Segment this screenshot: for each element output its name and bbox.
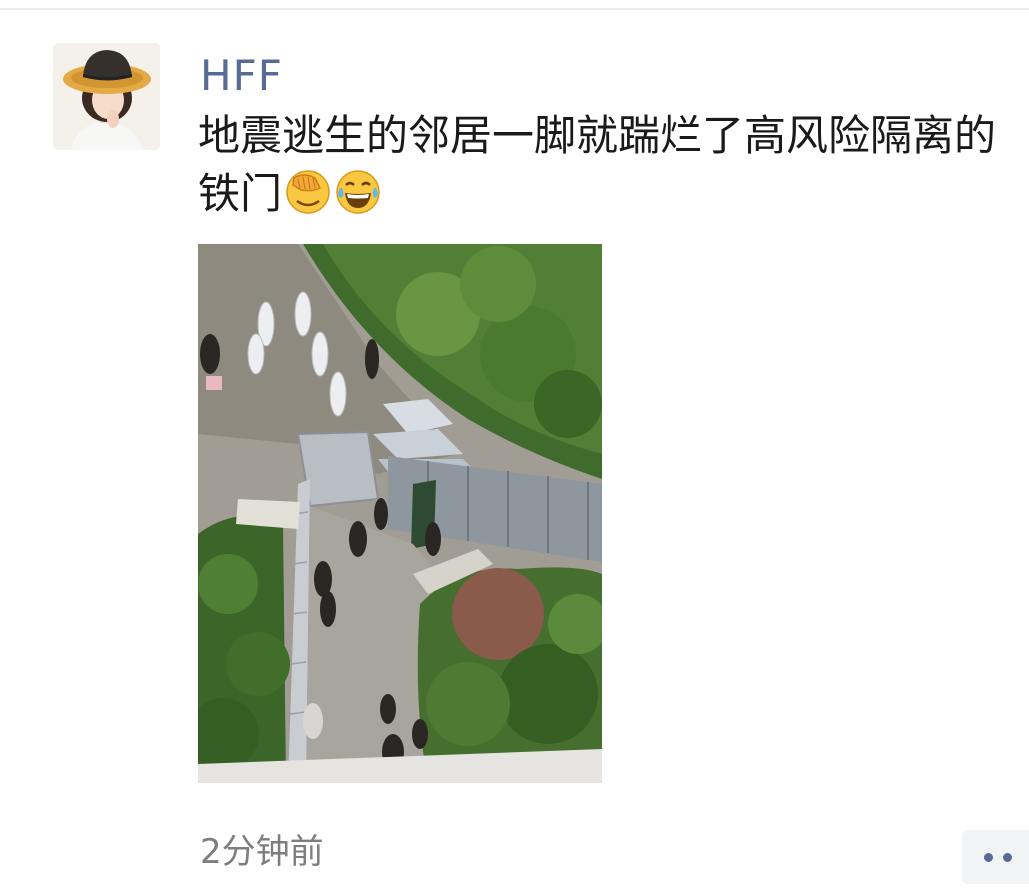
moments-post: HFF 地震逃生的邻居一脚就踹烂了高风险隔离的铁门 2分钟前 bbox=[0, 0, 1029, 895]
more-dots-icon bbox=[1003, 852, 1012, 862]
more-button[interactable] bbox=[962, 830, 1029, 884]
post-text: 地震逃生的邻居一脚就踹烂了高风险隔离的铁门 bbox=[198, 107, 1028, 223]
username[interactable]: HFF bbox=[200, 50, 283, 102]
more-dots-icon bbox=[984, 852, 993, 862]
facepalm-emoji bbox=[284, 168, 332, 216]
post-photo[interactable] bbox=[198, 244, 602, 783]
post-timestamp: 2分钟前 bbox=[200, 832, 324, 872]
tears-of-joy-emoji bbox=[334, 168, 382, 216]
avatar[interactable] bbox=[53, 43, 160, 150]
